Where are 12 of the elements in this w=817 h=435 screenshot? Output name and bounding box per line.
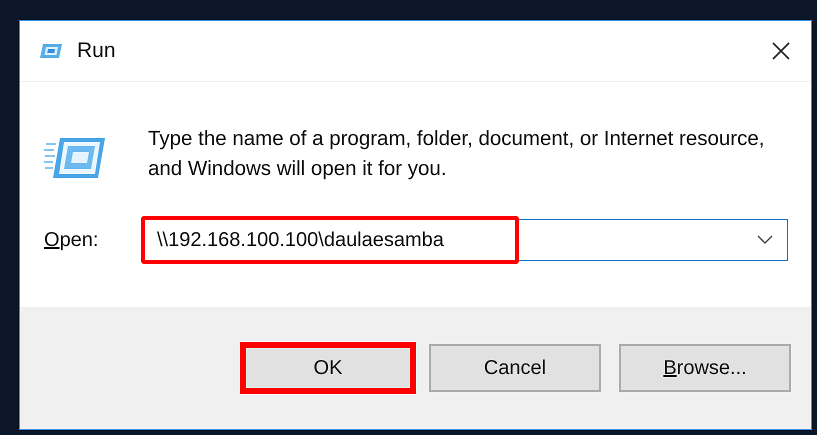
browse-button[interactable]: Browse... — [619, 344, 791, 392]
cancel-button[interactable]: Cancel — [429, 344, 601, 392]
open-value: \\192.168.100.100\daulaesamba — [157, 228, 444, 252]
run-icon — [44, 136, 106, 180]
open-combo-box[interactable]: \\192.168.100.100\daulaesamba — [143, 219, 788, 261]
open-label: Open: — [44, 228, 100, 252]
close-icon — [771, 41, 791, 61]
instruction-text: Type the name of a program, folder, document, or Internet resource, and Windows will open it for you. — [148, 126, 766, 182]
ok-button[interactable]: OK — [242, 344, 414, 392]
window-title: Run — [77, 39, 116, 63]
run-icon — [39, 43, 63, 59]
dropdown-chevron-icon[interactable] — [757, 235, 773, 245]
